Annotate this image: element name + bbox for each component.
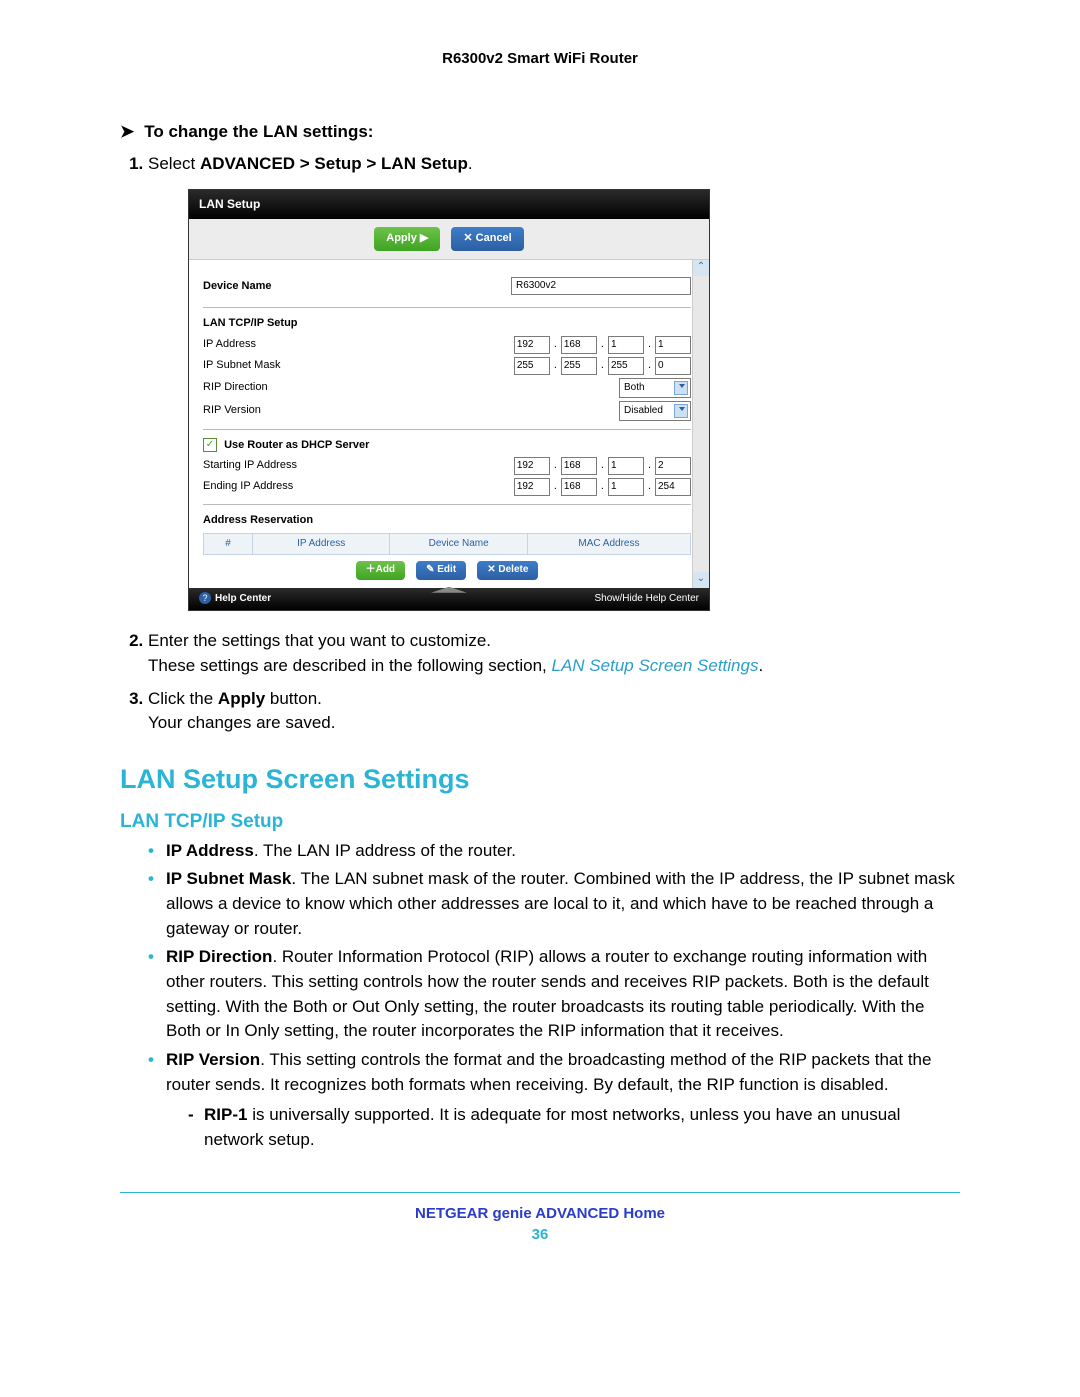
step2-desc-pre: These settings are described in the foll…	[148, 656, 552, 675]
rip-direction-label: RIP Direction	[203, 380, 619, 396]
ip-oct4[interactable]	[655, 336, 691, 354]
apply-button[interactable]: Apply ▶	[374, 227, 440, 251]
showhide-help-link[interactable]: Show/Hide Help Center	[595, 592, 700, 607]
help-center-label[interactable]: Help Center	[215, 593, 271, 604]
chevron-down-icon	[679, 384, 685, 388]
bullet-rip1: RIP-1 is universally supported. It is ad…	[188, 1103, 960, 1152]
panel-footer: ? Help Center Show/Hide Help Center	[189, 588, 709, 611]
section-heading: LAN Setup Screen Settings	[120, 764, 960, 795]
page-header: R6300v2 Smart WiFi Router	[120, 50, 960, 67]
start-oct1[interactable]	[514, 457, 550, 475]
mask-oct2[interactable]	[561, 357, 597, 375]
arrow-icon: ➤	[120, 122, 134, 141]
drag-handle-icon[interactable]	[431, 587, 467, 593]
step1-post: .	[468, 154, 473, 173]
help-icon[interactable]: ?	[199, 592, 211, 604]
rip-direction-select[interactable]: Both	[619, 378, 691, 398]
step-2: Enter the settings that you want to cust…	[148, 629, 960, 678]
scrollbar[interactable]: ⌃ ⌄	[692, 260, 709, 588]
delete-button[interactable]: ✕ Delete	[477, 561, 538, 580]
bullet-ip: IP Address. The LAN IP address of the ro…	[148, 839, 960, 864]
mask-bold: IP Subnet Mask	[166, 869, 291, 888]
subsection-heading: LAN TCP/IP Setup	[120, 811, 960, 833]
lan-settings-link[interactable]: LAN Setup Screen Settings	[552, 656, 759, 675]
tcpip-section-label: LAN TCP/IP Setup	[203, 316, 691, 332]
chevron-down-icon	[679, 407, 685, 411]
ip-oct3[interactable]	[608, 336, 644, 354]
dir-text: . Router Information Protocol (RIP) allo…	[166, 947, 929, 1040]
page-number: 36	[120, 1226, 960, 1243]
ver-text: . This setting controls the format and t…	[166, 1050, 931, 1094]
end-oct2[interactable]	[561, 478, 597, 496]
apply-word: Apply	[218, 689, 265, 708]
rip-version-value: Disabled	[624, 404, 663, 419]
rip-version-label: RIP Version	[203, 403, 619, 419]
start-oct3[interactable]	[608, 457, 644, 475]
mask-oct4[interactable]	[655, 357, 691, 375]
ip-address-label: IP Address	[203, 337, 514, 353]
step2-text: Enter the settings that you want to cust…	[148, 631, 491, 650]
start-oct2[interactable]	[561, 457, 597, 475]
col-ip: IP Address	[253, 534, 390, 555]
bullet-rip-version: RIP Version. This setting controls the f…	[148, 1048, 960, 1153]
mask-oct1[interactable]	[514, 357, 550, 375]
scroll-down-icon[interactable]: ⌄	[693, 572, 709, 588]
step3-result: Your changes are saved.	[148, 713, 335, 732]
step2-desc-post: .	[758, 656, 763, 675]
reservation-table-header: # IP Address Device Name MAC Address	[203, 533, 691, 556]
col-device: Device Name	[390, 534, 527, 555]
end-oct1[interactable]	[514, 478, 550, 496]
col-num: #	[204, 534, 253, 555]
step-3: Click the Apply button. Your changes are…	[148, 687, 960, 736]
dhcp-row: ✓ Use Router as DHCP Server	[203, 438, 691, 454]
start-ip-label: Starting IP Address	[203, 458, 514, 474]
step3-post: button.	[265, 689, 322, 708]
dhcp-checkbox[interactable]: ✓	[203, 438, 217, 452]
dir-bold: RIP Direction	[166, 947, 272, 966]
rip1-text: is universally supported. It is adequate…	[204, 1105, 900, 1149]
end-oct3[interactable]	[608, 478, 644, 496]
end-ip-label: Ending IP Address	[203, 479, 514, 495]
device-name-input[interactable]	[511, 277, 691, 295]
start-oct4[interactable]	[655, 457, 691, 475]
ip-bold: IP Address	[166, 841, 254, 860]
reservation-section-label: Address Reservation	[203, 513, 691, 529]
rip-direction-value: Both	[624, 381, 645, 396]
scroll-up-icon[interactable]: ⌃	[693, 260, 709, 276]
add-button[interactable]: ＋Add	[356, 561, 405, 580]
step1-path: ADVANCED > Setup > LAN Setup	[200, 154, 468, 173]
panel-toolbar: Apply ▶ ✕ Cancel	[189, 219, 709, 260]
step3-pre: Click the	[148, 689, 218, 708]
footer-text: NETGEAR genie ADVANCED Home	[120, 1205, 960, 1222]
device-name-label: Device Name	[203, 279, 511, 295]
bullet-rip-direction: RIP Direction. Router Information Protoc…	[148, 945, 960, 1044]
col-mac: MAC Address	[528, 534, 690, 555]
rip1-bold: RIP-1	[204, 1105, 247, 1124]
dhcp-label: Use Router as DHCP Server	[224, 439, 369, 451]
ip-oct2[interactable]	[561, 336, 597, 354]
rip-version-select[interactable]: Disabled	[619, 401, 691, 421]
panel-title: LAN Setup	[189, 190, 709, 219]
ip-oct1[interactable]	[514, 336, 550, 354]
edit-button[interactable]: ✎ Edit	[416, 561, 466, 580]
ver-bold: RIP Version	[166, 1050, 260, 1069]
mask-oct3[interactable]	[608, 357, 644, 375]
ip-text: . The LAN IP address of the router.	[254, 841, 516, 860]
task-heading-text: To change the LAN settings:	[144, 122, 373, 141]
step-1: Select ADVANCED > Setup > LAN Setup. LAN…	[148, 152, 960, 611]
step1-pre: Select	[148, 154, 200, 173]
task-heading: ➤ To change the LAN settings:	[120, 122, 960, 142]
bullet-mask: IP Subnet Mask. The LAN subnet mask of t…	[148, 867, 960, 941]
lan-setup-screenshot: LAN Setup Apply ▶ ✕ Cancel ⌃ ⌄ Device Na…	[188, 189, 710, 612]
cancel-button[interactable]: ✕ Cancel	[451, 227, 523, 251]
end-oct4[interactable]	[655, 478, 691, 496]
subnet-label: IP Subnet Mask	[203, 358, 514, 374]
